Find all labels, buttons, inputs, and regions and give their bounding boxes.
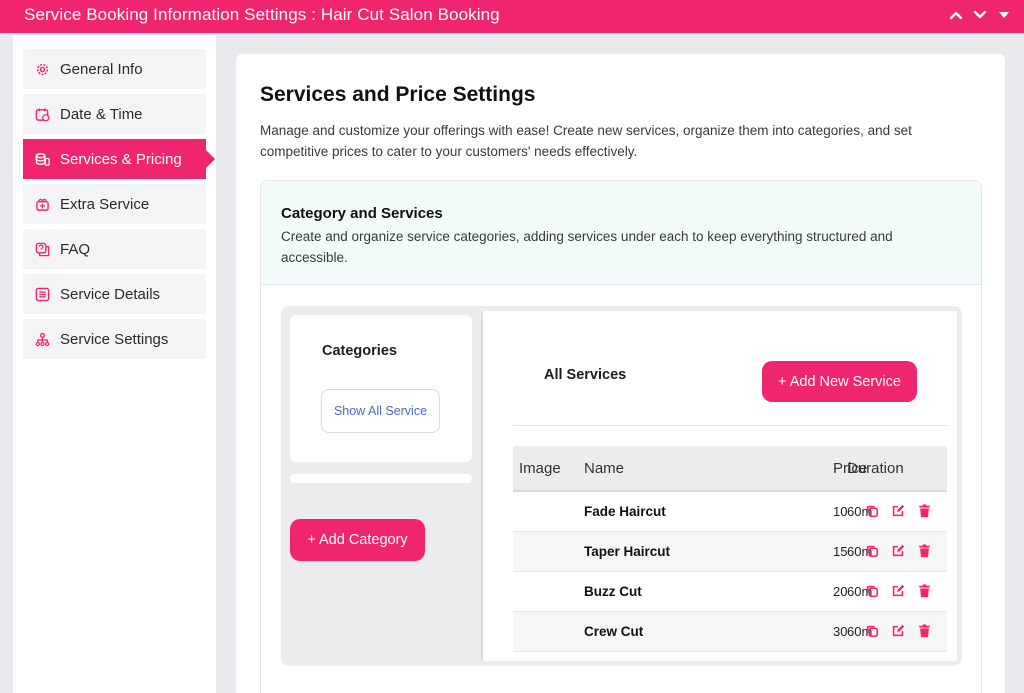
categories-scrollbar[interactable] xyxy=(290,474,472,483)
service-price: 20 xyxy=(833,584,848,599)
add-new-service-button[interactable]: + Add New Service xyxy=(762,361,917,402)
coins-icon xyxy=(34,151,50,167)
column-header-image: Image xyxy=(519,460,561,477)
sidebar-item-general-info[interactable]: General Info xyxy=(23,49,206,89)
header-controls xyxy=(948,5,1012,25)
trash-icon[interactable] xyxy=(915,542,933,560)
sidebar-item-label: Extra Service xyxy=(60,195,150,213)
row-actions xyxy=(863,622,933,640)
table-row: Taper Haircut 15 60m xyxy=(513,532,947,572)
services-table: Image Name Price Duration Fade Haircut 1… xyxy=(513,446,947,652)
triangle-down-icon[interactable] xyxy=(996,5,1012,25)
trash-icon[interactable] xyxy=(915,582,933,600)
service-price: 15 xyxy=(833,544,848,559)
copy-icon[interactable] xyxy=(863,542,881,560)
service-name: Taper Haircut xyxy=(584,544,671,559)
page-title: Services and Price Settings xyxy=(260,83,536,106)
service-name: Fade Haircut xyxy=(584,504,666,519)
service-name: Crew Cut xyxy=(584,624,644,639)
edit-icon[interactable] xyxy=(889,502,907,520)
gift-icon xyxy=(34,196,50,212)
sidebar-item-label: Service Details xyxy=(60,285,161,303)
column-header-name: Name xyxy=(584,460,625,477)
categories-box: Categories Show All Service xyxy=(290,315,472,462)
add-category-button[interactable]: + Add Category xyxy=(290,519,425,561)
sitemap-icon xyxy=(34,331,50,347)
copy-icon[interactable] xyxy=(863,582,881,600)
row-actions xyxy=(863,582,933,600)
column-header-duration: Duration xyxy=(847,460,904,477)
sidebar-item-label: Services & Pricing xyxy=(60,150,182,168)
categories-title: Categories xyxy=(322,343,397,359)
row-actions xyxy=(863,502,933,520)
top-bar: Service Booking Information Settings : H… xyxy=(0,0,1024,33)
table-row: Buzz Cut 20 60m xyxy=(513,572,947,612)
sidebar-item-services-pricing[interactable]: Services & Pricing xyxy=(23,139,215,179)
sidebar-item-extra-service[interactable]: Extra Service xyxy=(23,184,206,224)
category-services-panel: Category and Services Create and organiz… xyxy=(260,180,982,693)
calendar-icon xyxy=(34,106,50,122)
services-box: All Services + Add New Service Image Nam… xyxy=(481,311,957,661)
service-price: 30 xyxy=(833,624,848,639)
chevron-down-icon[interactable] xyxy=(972,5,988,25)
table-row: Crew Cut 30 60m xyxy=(513,612,947,652)
services-title: All Services xyxy=(544,367,627,383)
sidebar-item-service-settings[interactable]: Service Settings xyxy=(23,319,206,359)
sidebar-item-date-time[interactable]: Date & Time xyxy=(23,94,206,134)
edit-icon[interactable] xyxy=(889,542,907,560)
sidebar-item-label: General Info xyxy=(60,60,143,78)
copy-icon[interactable] xyxy=(863,622,881,640)
sidebar-item-service-details[interactable]: Service Details xyxy=(23,274,206,314)
sidebar-item-label: Service Settings xyxy=(60,330,169,348)
gear-icon xyxy=(34,61,50,77)
show-all-service-button[interactable]: Show All Service xyxy=(321,389,440,433)
edit-icon[interactable] xyxy=(889,582,907,600)
list-icon xyxy=(34,286,50,302)
categories-services-container: Categories Show All Service + Add Catego… xyxy=(281,306,962,666)
trash-icon[interactable] xyxy=(915,502,933,520)
row-actions xyxy=(863,542,933,560)
divider xyxy=(513,425,947,426)
page-header-title: Service Booking Information Settings : H… xyxy=(24,5,500,24)
table-header: Image Name Price Duration xyxy=(513,446,947,492)
sidebar-item-label: FAQ xyxy=(60,240,91,258)
service-price: 10 xyxy=(833,504,848,519)
page-description: Manage and customize your offerings with… xyxy=(260,123,912,159)
sidebar-item-label: Date & Time xyxy=(60,105,143,123)
chevron-up-icon[interactable] xyxy=(948,5,964,25)
category-panel-header: Category and Services Create and organiz… xyxy=(261,181,981,285)
edit-icon[interactable] xyxy=(889,622,907,640)
faq-icon xyxy=(34,241,50,257)
copy-icon[interactable] xyxy=(863,502,881,520)
category-panel-description: Create and organize service categories, … xyxy=(281,229,893,265)
services-settings-card: Services and Price Settings Manage and c… xyxy=(236,54,1005,693)
table-row: Fade Haircut 10 60m xyxy=(513,492,947,532)
settings-sidebar: General Info Date & Time Services & Pric… xyxy=(13,35,216,693)
service-name: Buzz Cut xyxy=(584,584,642,599)
sidebar-item-faq[interactable]: FAQ xyxy=(23,229,206,269)
category-panel-title: Category and Services xyxy=(281,205,443,222)
trash-icon[interactable] xyxy=(915,622,933,640)
